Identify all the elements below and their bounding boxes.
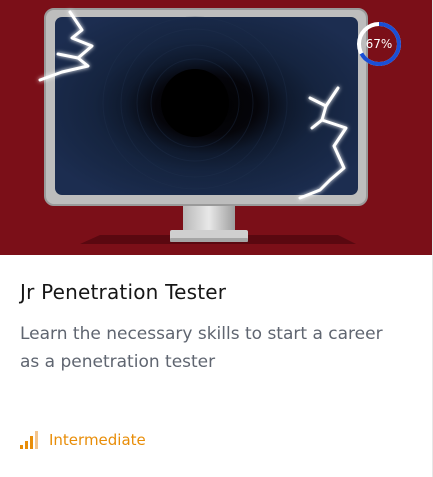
course-title[interactable]: Jr Penetration Tester [20, 280, 226, 304]
course-hero-banner: 67% [0, 0, 432, 255]
progress-percent: 67% [365, 37, 393, 51]
course-description: Learn the necessary skills to start a ca… [20, 324, 383, 372]
difficulty-badge: Intermediate [20, 431, 146, 449]
signal-bars-icon [20, 431, 38, 449]
difficulty-label: Intermediate [49, 431, 146, 449]
progress-ring: 67% [355, 20, 403, 68]
course-card[interactable]: 67% Jr Penetration Tester Learn the nece… [0, 0, 433, 477]
